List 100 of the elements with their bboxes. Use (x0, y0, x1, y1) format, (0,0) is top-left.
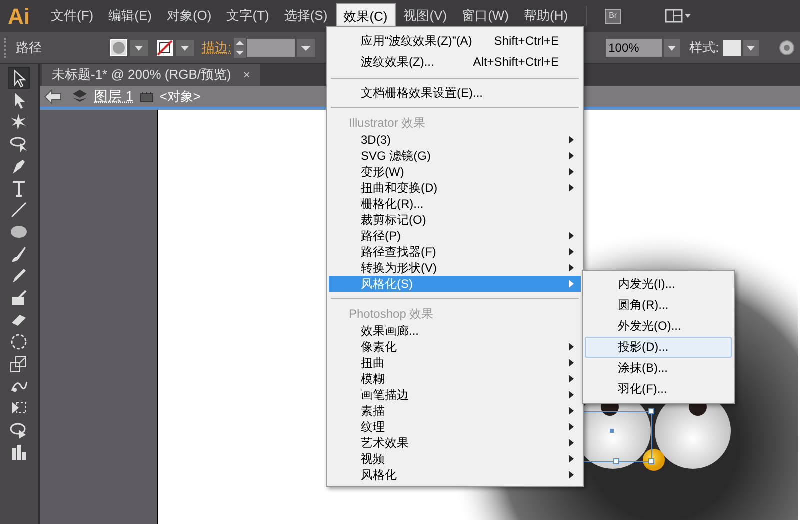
menu-item-label: 文档栅格效果设置(E)... (361, 85, 484, 102)
menu-item[interactable]: 裁剪标记(O) (329, 212, 581, 228)
menu-item[interactable]: 效果画廊... (329, 323, 581, 339)
submenu-arrow-icon[interactable] (569, 248, 575, 256)
layers-icon[interactable] (72, 88, 88, 104)
back-arrow-icon[interactable] (44, 88, 62, 104)
menu-item-label: 扭曲 (361, 355, 386, 372)
menu-item[interactable]: 编辑(E) (102, 3, 159, 29)
menu-item[interactable]: 视图(V) (396, 3, 454, 29)
menu-item-label: 栅格化(R)... (361, 196, 425, 213)
menu-item[interactable]: 扭曲 (329, 355, 581, 371)
document-tab[interactable]: 未标题-1* @ 200% (RGB/预览) × (42, 64, 260, 86)
stroke-swatch[interactable] (156, 38, 196, 56)
dropdown-caret-icon[interactable] (664, 38, 680, 56)
brush-icon[interactable] (9, 244, 29, 264)
submenu-arrow-icon[interactable] (569, 439, 575, 447)
graph-tool-icon[interactable] (9, 442, 29, 462)
menu-item[interactable]: 模糊 (329, 371, 581, 387)
style-label: 样式: (690, 38, 720, 57)
menu-section-header: Photoshop 效果 (348, 306, 435, 323)
submenu-arrow-icon[interactable] (569, 359, 575, 367)
workspace-layout-icon[interactable] (665, 9, 694, 23)
menu-item[interactable]: 文件(F) (44, 3, 101, 29)
line-tool-icon[interactable] (9, 200, 29, 220)
menu-item[interactable]: 对象(O) (160, 3, 219, 29)
menu-item[interactable]: 变形(W) (329, 164, 581, 180)
selection-tool-icon[interactable] (9, 68, 29, 88)
menu-item-label: 波纹效果(Z)... (361, 54, 436, 70)
submenu-arrow-icon[interactable] (569, 455, 575, 463)
selection-type-label: 路径 (16, 38, 43, 57)
menu-shortcut: Shift+Ctrl+E (494, 32, 559, 50)
menu-item-label: 裁剪标记(O) (361, 212, 428, 229)
submenu-item[interactable]: 投影(D)... (585, 337, 732, 358)
submenu-arrow-icon[interactable] (569, 184, 575, 192)
menu-item[interactable]: 帮助(H) (517, 3, 576, 29)
submenu-arrow-icon[interactable] (569, 423, 575, 431)
menu-item[interactable]: 选择(S) (277, 3, 335, 29)
submenu-arrow-icon[interactable] (569, 407, 575, 415)
stroke-label[interactable]: 描边: (202, 38, 232, 58)
menu-section-header: Illustrator 效果 (348, 115, 427, 132)
menu-item-label: 扭曲和变换(D) (361, 180, 439, 197)
menu-item[interactable]: 路径(P) (329, 228, 581, 244)
group-icon[interactable] (140, 90, 154, 102)
opacity-field[interactable]: 100% (606, 38, 662, 56)
menu-item[interactable]: 窗口(W) (455, 3, 516, 29)
style-swatch[interactable] (723, 38, 762, 56)
menu-item[interactable]: SVG 滤镜(G) (329, 148, 581, 164)
menu-item[interactable]: 视频 (329, 451, 581, 467)
menu-item-label: 模糊 (361, 371, 386, 388)
close-tab-button[interactable]: × (243, 66, 250, 84)
menu-shortcut: Alt+Shift+Ctrl+E (473, 54, 559, 70)
menu-item[interactable]: 路径查找器(F) (329, 244, 581, 260)
menu-item-label: 变形(W) (361, 164, 406, 181)
menu-item-label: 风格化 (361, 467, 398, 484)
submenu-item[interactable]: 涂抹(B)... (585, 358, 732, 379)
menu-item[interactable]: 3D(3) (329, 132, 581, 148)
menu-item-label: 效果画廊... (361, 323, 420, 340)
menu-item[interactable]: 像素化 (329, 339, 581, 355)
menu-item[interactable]: 应用“波纹效果(Z)”(A) Shift+Ctrl+E (329, 30, 581, 51)
submenu-arrow-icon[interactable] (569, 391, 575, 399)
submenu-item[interactable]: 外发光(O)... (585, 316, 732, 337)
menu-item-label: 路径查找器(F) (361, 244, 438, 261)
submenu-arrow-icon[interactable] (569, 152, 575, 160)
menu-item-label: 转换为形状(V) (361, 260, 438, 277)
menu-item-label: 像素化 (361, 339, 398, 356)
menu-item[interactable]: 栅格化(R)... (329, 196, 581, 212)
submenu-item[interactable]: 圆角(R)... (585, 295, 732, 316)
menu-item-label: 风格化(S) (361, 276, 414, 293)
menu-item[interactable]: 艺术效果 (329, 435, 581, 451)
object-label: <对象> (160, 88, 201, 106)
stroke-weight-field[interactable] (234, 38, 316, 58)
submenu-arrow-icon[interactable] (569, 136, 575, 144)
menu-item[interactable]: 转换为形状(V) (329, 260, 581, 276)
app-logo: Ai (8, 2, 30, 30)
submenu-arrow-icon[interactable] (569, 168, 575, 176)
bridge-button[interactable]: Br (605, 8, 622, 24)
submenu-item[interactable]: 羽化(F)... (585, 379, 732, 400)
menu-item[interactable]: 纹理 (329, 419, 581, 435)
submenu-arrow-icon[interactable] (569, 471, 575, 479)
scale-tool-icon[interactable] (9, 354, 29, 374)
submenu-arrow-icon[interactable] (569, 232, 575, 240)
menu-item-label: 应用“波纹效果(Z)”(A) (361, 32, 474, 50)
menu-item[interactable]: 扭曲和变换(D) (329, 180, 581, 196)
menu-item[interactable]: 文字(T) (220, 3, 276, 29)
document-tab-title: 未标题-1* @ 200% (RGB/预览) (52, 66, 232, 84)
menu-item[interactable]: 风格化 (329, 467, 581, 483)
menu-item-label: 3D(3) (361, 132, 392, 149)
submenu-item[interactable]: 内发光(I)... (585, 274, 732, 295)
fill-swatch[interactable] (110, 38, 150, 56)
submenu-arrow-icon[interactable] (569, 343, 575, 351)
menu-item[interactable]: 画笔描边 (329, 387, 581, 403)
menu-item-label: SVG 滤镜(G) (361, 148, 432, 165)
menu-item[interactable]: 素描 (329, 403, 581, 419)
rotate-tool-icon[interactable] (9, 332, 29, 352)
menu-item-label: 视频 (361, 451, 386, 468)
menu-item[interactable]: 波纹效果(Z)... Alt+Shift+Ctrl+E (329, 51, 581, 72)
layer-name[interactable]: 图层 1 (94, 86, 134, 107)
menu-item[interactable]: 文档栅格效果设置(E)... (329, 85, 581, 101)
submenu-arrow-icon[interactable] (569, 264, 575, 272)
submenu-arrow-icon[interactable] (569, 375, 575, 383)
